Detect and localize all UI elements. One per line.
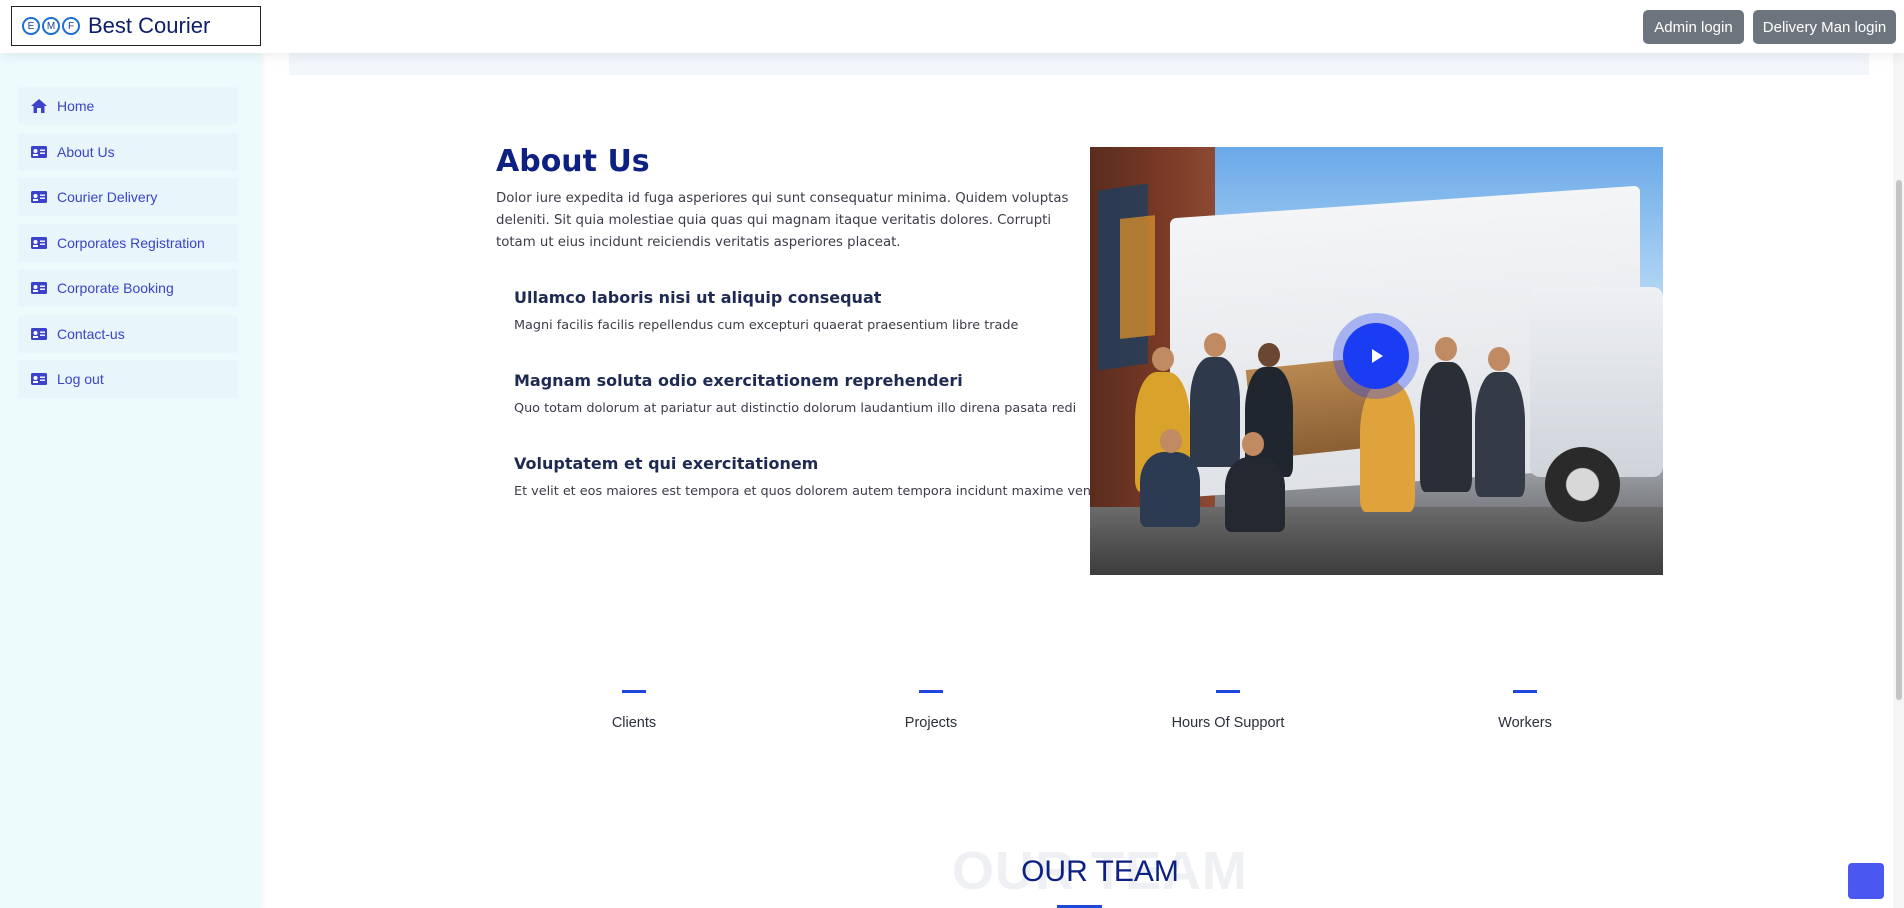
about-title: About Us bbox=[496, 144, 650, 179]
worker-figure bbox=[1420, 362, 1472, 492]
id-card-icon bbox=[31, 372, 47, 386]
feature-text: Et velit et eos maiores est tempora et q… bbox=[514, 484, 1115, 499]
top-header: E M F Best Courier Admin login Delivery … bbox=[0, 0, 1904, 53]
feature-text: Quo totam dolorum at pariatur aut distin… bbox=[514, 401, 1077, 416]
worker-figure bbox=[1225, 457, 1285, 532]
worker-head bbox=[1152, 347, 1174, 371]
sidebar-item-label: Contact-us bbox=[57, 326, 125, 342]
logo-letter-m: M bbox=[42, 17, 60, 35]
section-divider-strip bbox=[289, 53, 1869, 75]
scrollbar-thumb[interactable] bbox=[1896, 180, 1902, 700]
worker-figure bbox=[1475, 372, 1525, 497]
feature-title: Magnam soluta odio exercitationem repreh… bbox=[514, 371, 963, 390]
stat-clients: Clients bbox=[534, 690, 734, 731]
worker-head bbox=[1258, 343, 1280, 367]
sidebar: Home About Us Courier Delivery Corporate… bbox=[0, 53, 262, 908]
id-card-icon bbox=[31, 236, 47, 250]
truck-wheel bbox=[1545, 447, 1620, 522]
feature-text: Magni facilis facilis repellendus cum ex… bbox=[514, 318, 1019, 333]
stat-counter-bar bbox=[1216, 690, 1240, 693]
id-card-icon bbox=[31, 190, 47, 204]
worker-head bbox=[1435, 337, 1457, 361]
feature-item: Voluptatem et qui exercitationem Et veli… bbox=[514, 454, 1115, 499]
stat-projects: Projects bbox=[831, 690, 1031, 731]
id-card-icon bbox=[31, 327, 47, 341]
worker-head bbox=[1242, 432, 1264, 456]
id-card-icon bbox=[31, 145, 47, 159]
worker-head bbox=[1160, 429, 1182, 453]
feature-item: Magnam soluta odio exercitationem repreh… bbox=[514, 371, 1084, 416]
stat-hours-of-support: Hours Of Support bbox=[1128, 690, 1328, 731]
sidebar-item-log-out[interactable]: Log out bbox=[18, 360, 238, 398]
logo-letter-e: E bbox=[22, 17, 40, 35]
brand-logo-link[interactable]: E M F Best Courier bbox=[11, 6, 261, 46]
play-icon bbox=[1372, 349, 1383, 363]
sidebar-item-home[interactable]: Home bbox=[18, 87, 238, 125]
id-card-icon bbox=[31, 281, 47, 295]
sidebar-item-corporate-booking[interactable]: Corporate Booking bbox=[18, 269, 238, 307]
team-title: OUR TEAM bbox=[1021, 855, 1179, 888]
sidebar-item-label: Courier Delivery bbox=[57, 189, 158, 205]
stat-counter-bar bbox=[919, 690, 943, 693]
mural-paint bbox=[1120, 215, 1155, 339]
sidebar-item-label: Log out bbox=[57, 371, 104, 387]
brand-name: Best Courier bbox=[88, 13, 211, 38]
sidebar-item-label: About Us bbox=[57, 144, 115, 160]
worker-figure bbox=[1140, 452, 1200, 527]
sidebar-item-courier-delivery[interactable]: Courier Delivery bbox=[18, 178, 238, 216]
logo-letter-f: F bbox=[62, 17, 80, 35]
stat-workers: Workers bbox=[1425, 690, 1625, 731]
stat-label: Hours Of Support bbox=[1171, 715, 1285, 731]
worker-head bbox=[1204, 333, 1226, 357]
sidebar-item-corporates-registration[interactable]: Corporates Registration bbox=[18, 224, 238, 262]
brand-logo-icon: E M F bbox=[22, 17, 80, 35]
back-to-top-button[interactable] bbox=[1848, 863, 1884, 899]
feature-item: Ullamco laboris nisi ut aliquip consequa… bbox=[514, 288, 1084, 333]
stat-counter-bar bbox=[622, 690, 646, 693]
sidebar-item-about-us[interactable]: About Us bbox=[18, 133, 238, 171]
stat-label: Workers bbox=[1498, 715, 1552, 731]
worker-head bbox=[1488, 347, 1510, 371]
sidebar-item-label: Home bbox=[57, 98, 95, 114]
stat-label: Clients bbox=[611, 715, 657, 731]
stat-counter-bar bbox=[1513, 690, 1537, 693]
home-icon bbox=[31, 99, 47, 113]
sidebar-item-label: Corporates Registration bbox=[57, 235, 205, 251]
feature-title: Ullamco laboris nisi ut aliquip consequa… bbox=[514, 288, 882, 307]
feature-title: Voluptatem et qui exercitationem bbox=[514, 454, 819, 473]
admin-login-button[interactable]: Admin login bbox=[1643, 10, 1744, 44]
worker-figure bbox=[1190, 357, 1240, 467]
stat-label: Projects bbox=[904, 715, 958, 731]
about-description: Dolor iure expedita id fuga asperiores q… bbox=[496, 191, 1069, 250]
delivery-man-login-button[interactable]: Delivery Man login bbox=[1753, 10, 1896, 44]
sidebar-item-contact-us[interactable]: Contact-us bbox=[18, 315, 238, 353]
sidebar-item-label: Corporate Booking bbox=[57, 280, 174, 296]
truck-cab bbox=[1530, 287, 1663, 477]
worker-figure bbox=[1360, 382, 1415, 512]
play-video-button[interactable] bbox=[1343, 323, 1409, 389]
